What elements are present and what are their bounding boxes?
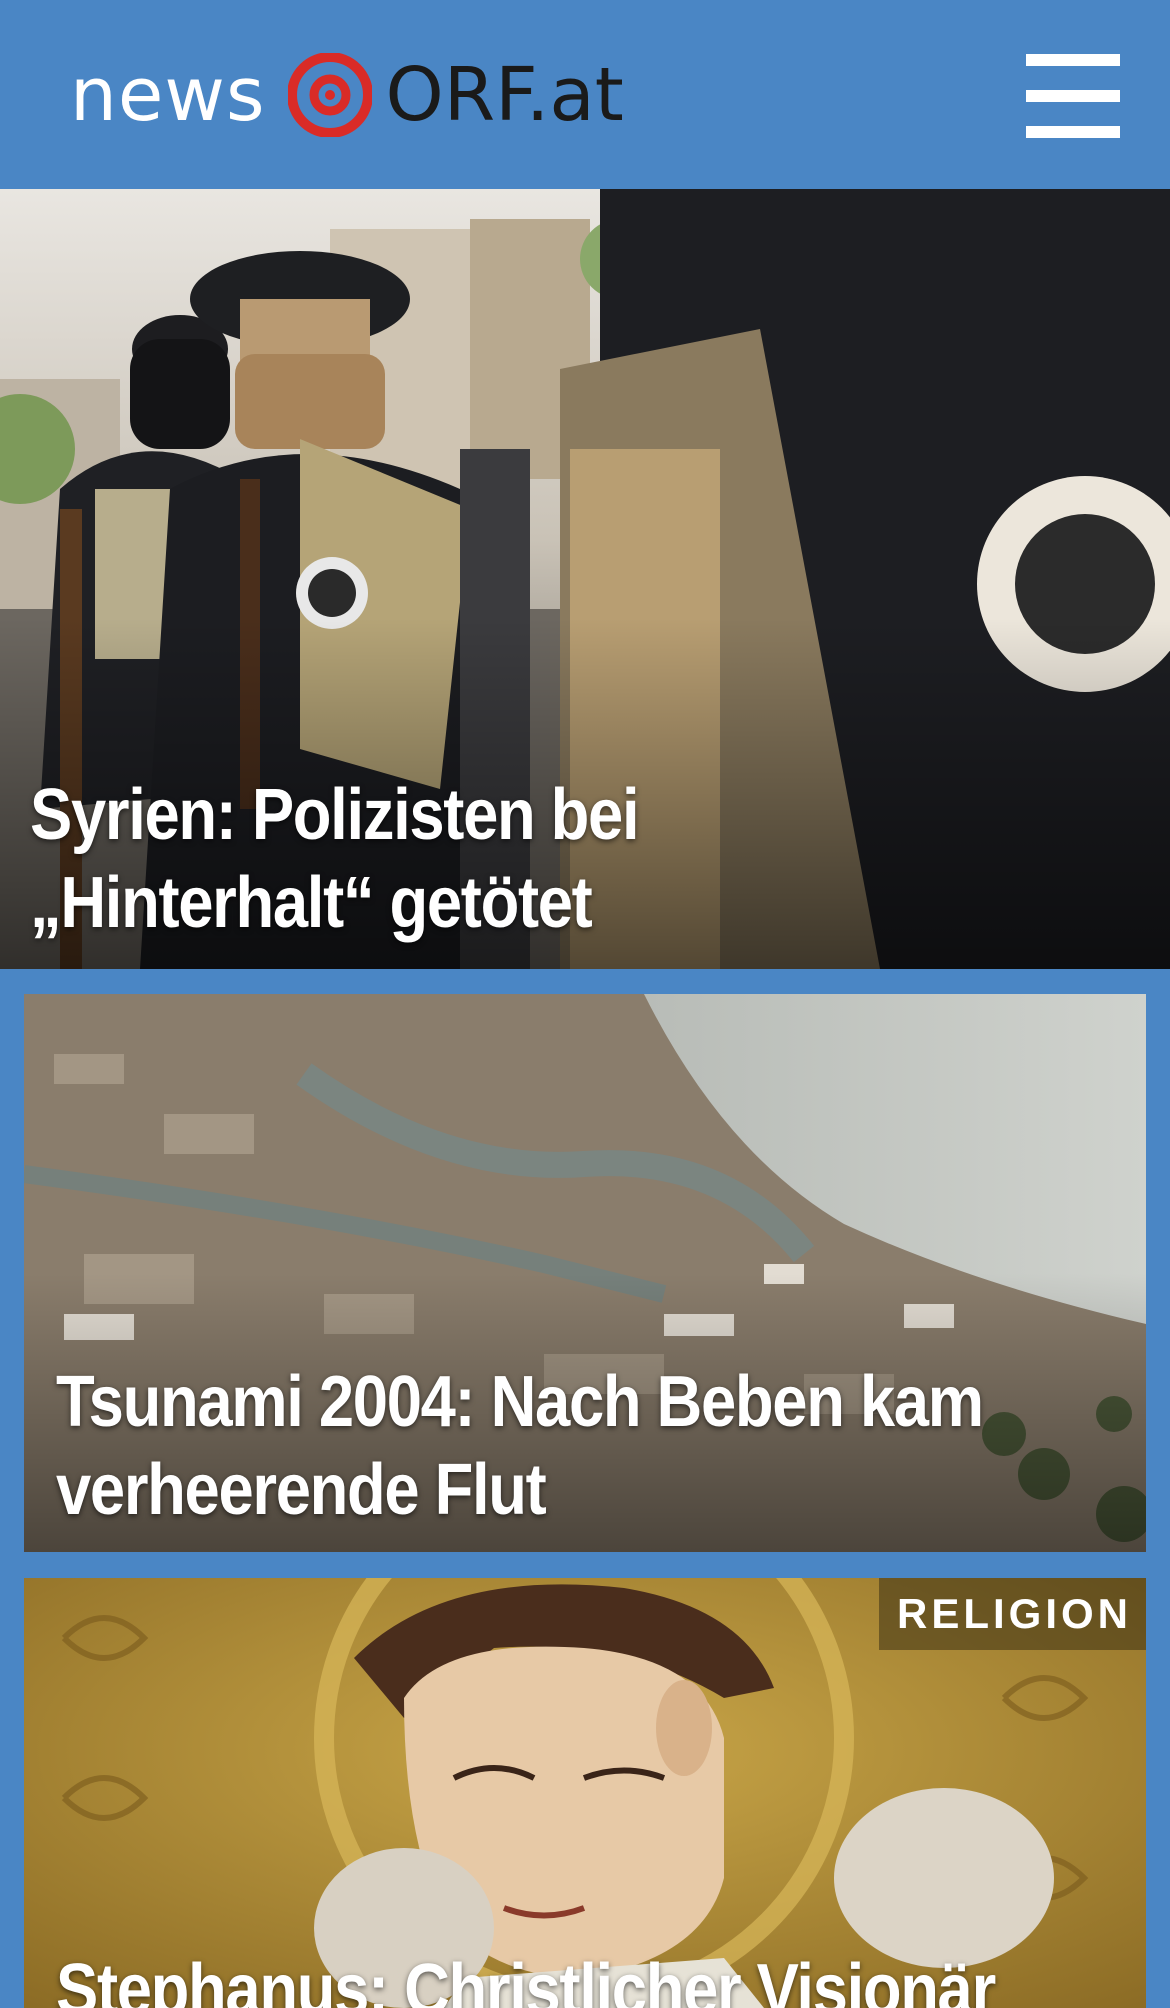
article-title[interactable]: Stephanus: Christlicher Visionär — [56, 1946, 1094, 2008]
menu-bar — [1026, 90, 1120, 102]
menu-bar — [1026, 54, 1120, 66]
hamburger-menu-icon[interactable] — [1024, 52, 1122, 138]
article-title[interactable]: Tsunami 2004: Nach Beben kam verheerende… — [56, 1358, 1077, 1534]
article-card-stephanus[interactable]: RELIGION Stephanus: Christlicher Visionä… — [24, 1578, 1146, 2008]
site-header: news ORF.at — [0, 0, 1170, 189]
category-badge: RELIGION — [878, 1578, 1146, 1650]
article-title[interactable]: Syrien: Polizisten bei „Hinterhalt“ getö… — [30, 771, 980, 947]
news-orf-logo[interactable]: news ORF.at — [70, 50, 624, 140]
article-card-tsunami[interactable]: Tsunami 2004: Nach Beben kam verheerende… — [24, 994, 1146, 1552]
orf-target-icon — [287, 53, 372, 137]
logo-news-text: news — [70, 52, 266, 138]
logo-brand-text: ORF.at — [385, 52, 624, 138]
menu-bar — [1026, 126, 1120, 138]
article-card-hero[interactable]: Syrien: Polizisten bei „Hinterhalt“ getö… — [0, 189, 1170, 969]
